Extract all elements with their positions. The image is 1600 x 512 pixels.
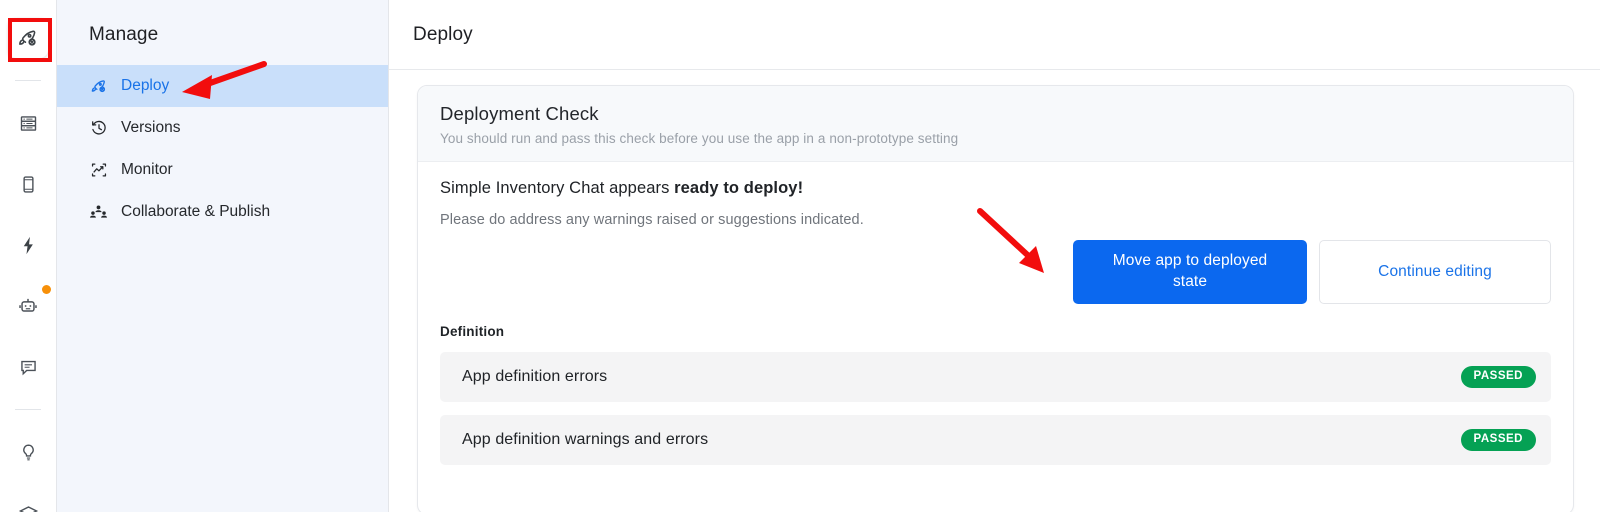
rail-item-deploy-rocket[interactable] — [8, 18, 48, 58]
sidebar-item-label: Versions — [121, 119, 181, 136]
deploy-status-prefix: Simple Inventory Chat appears — [440, 179, 675, 197]
main-body: Deployment Check You should run and pass… — [389, 70, 1600, 512]
rail-divider-2 — [15, 409, 41, 410]
monitor-chart-icon — [89, 161, 108, 180]
lightbulb-icon — [18, 442, 39, 463]
card-body: Simple Inventory Chat appears ready to d… — [418, 162, 1573, 465]
card-subtitle: You should run and pass this check befor… — [440, 131, 959, 146]
manage-panel-title: Manage — [89, 24, 159, 45]
left-icon-rail — [0, 0, 57, 512]
hat-icon — [18, 503, 39, 512]
card-title: Deployment Check — [440, 103, 599, 124]
status-badge: PASSED — [1460, 366, 1536, 388]
check-row-label: App definition warnings and errors — [462, 431, 709, 448]
table-row[interactable]: App definition errors PASSED — [440, 352, 1551, 402]
manage-sidebar: Manage Deploy Versions Monitor Collabora… — [57, 0, 389, 512]
chat-bubble-icon — [18, 357, 39, 378]
rail-item-data-sources[interactable] — [8, 103, 48, 143]
page-title: Deploy — [413, 23, 473, 45]
history-clock-icon — [89, 119, 108, 138]
rail-item-automations[interactable] — [8, 225, 48, 265]
rail-divider-1 — [15, 80, 41, 81]
people-group-icon — [89, 203, 108, 222]
definition-section-label: Definition — [440, 324, 505, 339]
app-root: Manage Deploy Versions Monitor Collabora… — [0, 0, 1600, 512]
rail-item-ideas[interactable] — [8, 432, 48, 472]
sidebar-item-label: Collaborate & Publish — [121, 203, 271, 220]
rail-item-agents[interactable] — [8, 285, 51, 326]
mobile-device-icon — [18, 174, 39, 195]
sidebar-item-label: Monitor — [121, 161, 173, 178]
action-button-row: Move app to deployed state Continue edit… — [1073, 240, 1551, 304]
continue-editing-button[interactable]: Continue editing — [1319, 240, 1551, 304]
rail-item-conversations[interactable] — [8, 347, 48, 387]
sidebar-item-versions[interactable]: Versions — [57, 107, 388, 149]
database-stack-icon — [18, 113, 39, 134]
deploy-status-line: Simple Inventory Chat appears ready to d… — [440, 179, 1551, 198]
rail-item-learn[interactable] — [8, 493, 48, 512]
check-row-label: App definition errors — [462, 368, 608, 385]
agents-notification-dot — [42, 285, 51, 294]
manage-nav-list: Deploy Versions Monitor Collaborate & Pu… — [57, 65, 388, 233]
move-app-to-deployed-state-button[interactable]: Move app to deployed state — [1073, 240, 1307, 304]
table-row[interactable]: App definition warnings and errors PASSE… — [440, 415, 1551, 465]
rail-item-device-preview[interactable] — [8, 164, 48, 204]
deploy-status-sub: Please do address any warnings raised or… — [440, 212, 864, 228]
robot-icon — [17, 295, 39, 317]
card-header: Deployment Check You should run and pass… — [418, 86, 1573, 162]
rocket-icon — [17, 27, 39, 49]
sidebar-item-label: Deploy — [121, 77, 170, 94]
status-badge: PASSED — [1460, 429, 1536, 451]
rocket-icon — [89, 77, 108, 96]
deployment-check-card: Deployment Check You should run and pass… — [417, 85, 1574, 512]
deploy-status-emphasis: ready to deploy! — [674, 179, 804, 197]
sidebar-item-collaborate-publish[interactable]: Collaborate & Publish — [57, 191, 388, 233]
main-content: Deploy Deployment Check You should run a… — [389, 0, 1600, 512]
main-header: Deploy — [389, 0, 1600, 70]
sidebar-item-deploy[interactable]: Deploy — [57, 65, 388, 107]
sidebar-item-monitor[interactable]: Monitor — [57, 149, 388, 191]
lightning-bolt-icon — [18, 235, 39, 256]
